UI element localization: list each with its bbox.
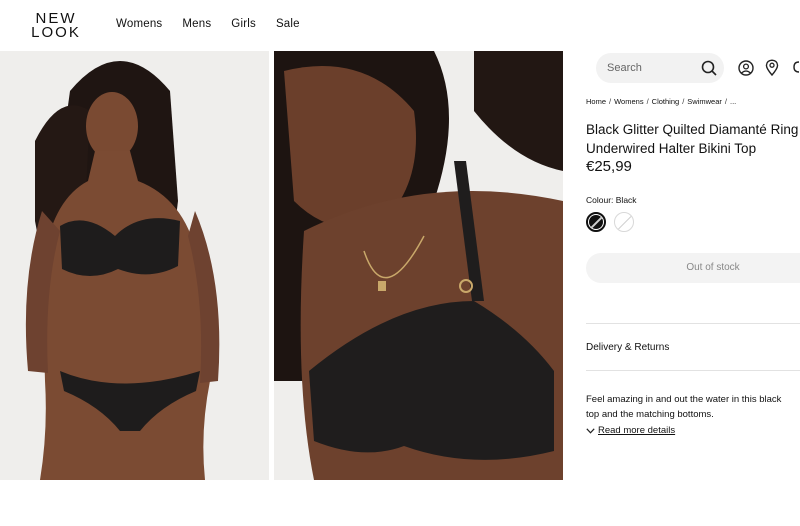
main-nav: Womens Mens Girls Sale (116, 18, 300, 30)
breadcrumb-home[interactable]: Home (586, 97, 606, 106)
breadcrumb-clothing[interactable]: Clothing (652, 97, 680, 106)
out-of-stock-label: Out of stock (686, 262, 740, 273)
account-icon[interactable] (738, 60, 754, 76)
divider (586, 323, 800, 324)
nav-womens[interactable]: Womens (116, 18, 162, 30)
divider (586, 370, 800, 371)
breadcrumb-separator: / (724, 97, 727, 106)
search-box[interactable]: Search (596, 53, 724, 83)
nav-girls[interactable]: Girls (231, 18, 256, 30)
read-more-link[interactable]: Read more details (586, 425, 675, 436)
breadcrumb-separator: / (646, 97, 649, 106)
out-of-stock-button[interactable]: Out of stock (586, 253, 800, 283)
breadcrumb-womens[interactable]: Womens (614, 97, 643, 106)
read-more-label: Read more details (598, 425, 676, 436)
location-pin-icon[interactable] (765, 59, 779, 76)
logo-line-2: LOOK (31, 24, 81, 41)
site-header: NEW LOOK Womens Mens Girls Sale (0, 0, 800, 51)
product-description: Feel amazing in and out the water in thi… (586, 392, 800, 422)
product-image-front[interactable] (0, 51, 269, 480)
delivery-returns-toggle[interactable]: Delivery & Returns (586, 342, 669, 353)
description-line: Feel amazing in and out the water in thi… (586, 394, 782, 405)
nav-mens[interactable]: Mens (182, 18, 211, 30)
breadcrumb-more[interactable]: ... (730, 97, 736, 106)
colour-label: Colour: Black (586, 195, 637, 205)
nav-sale[interactable]: Sale (276, 18, 300, 30)
chevron-down-icon (586, 427, 595, 434)
description-line: top and the matching bottoms. (586, 409, 714, 420)
search-placeholder: Search (607, 62, 642, 74)
product-title: Black Glitter Quilted Diamanté Ring Unde… (586, 122, 799, 156)
new-look-logo[interactable]: NEW LOOK (30, 11, 82, 41)
unavailable-slash (589, 215, 603, 229)
product-image-closeup[interactable] (274, 51, 563, 480)
breadcrumb-separator: / (609, 97, 612, 106)
breadcrumb-separator: / (682, 97, 685, 106)
swatch-white[interactable] (614, 212, 634, 232)
breadcrumb: Home / Womens / Clothing / Swimwear /... (586, 97, 736, 106)
bag-icon[interactable] (791, 60, 800, 74)
breadcrumb-swimwear[interactable]: Swimwear (687, 97, 722, 106)
product-price: €25,99 (586, 158, 632, 175)
unavailable-slash (616, 213, 633, 231)
search-icon[interactable] (700, 59, 718, 77)
swatch-black-fill (589, 215, 603, 229)
swatch-black[interactable] (586, 212, 606, 232)
